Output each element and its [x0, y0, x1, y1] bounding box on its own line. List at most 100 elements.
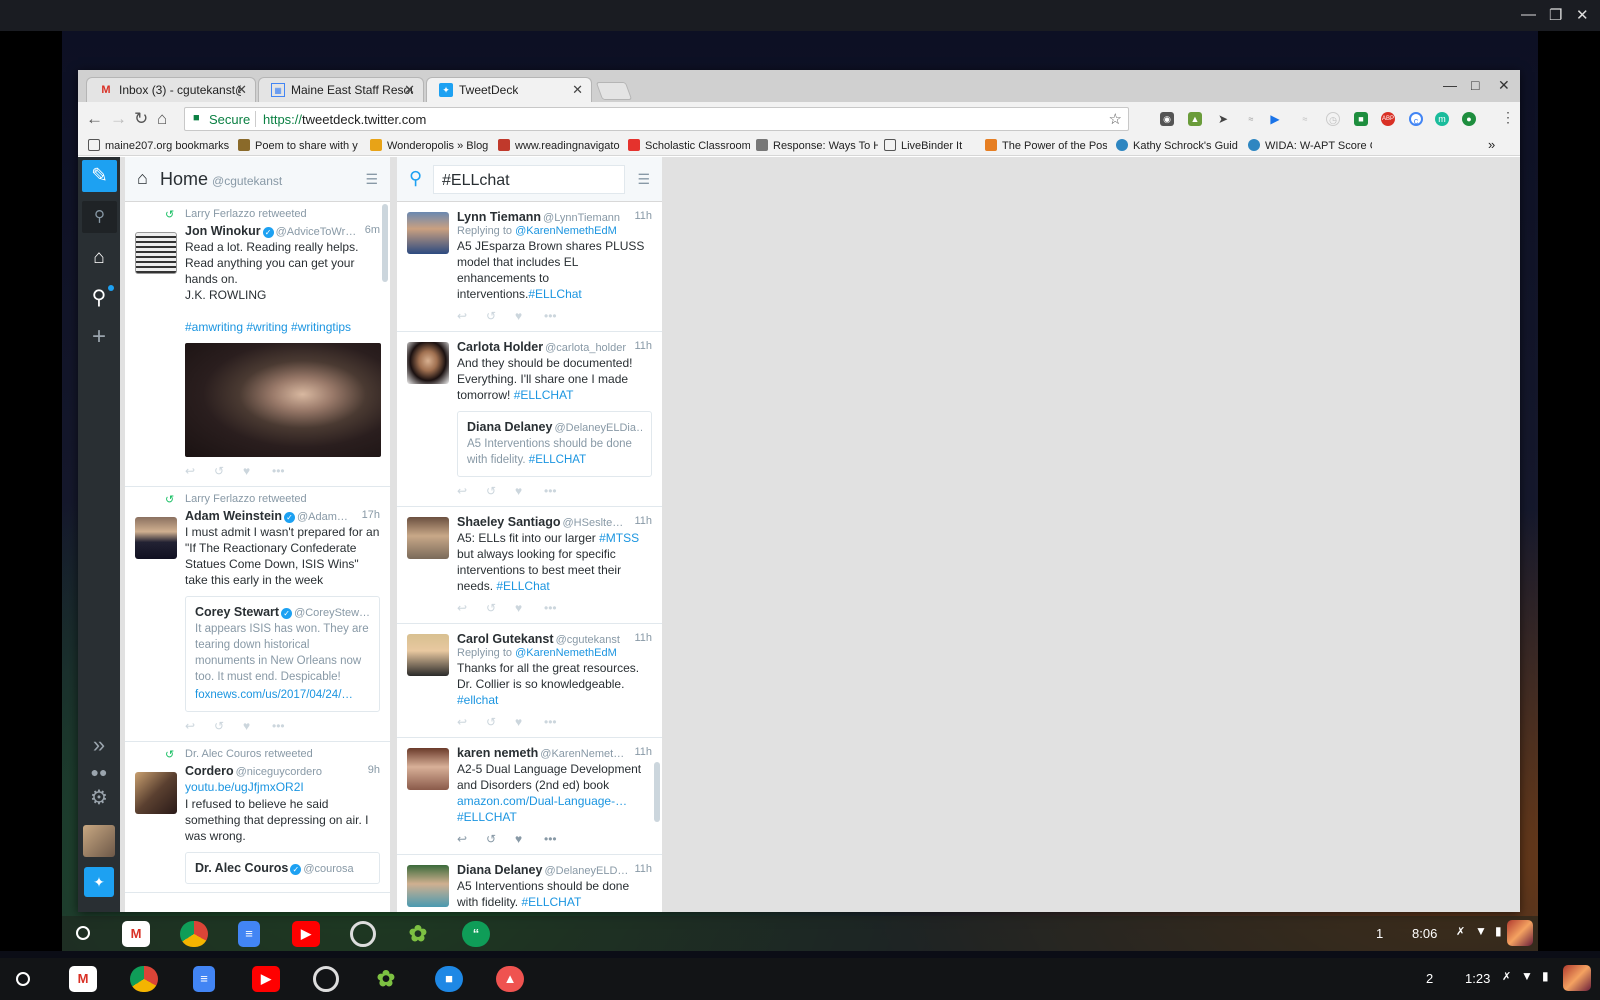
like-icon[interactable]: ♥: [515, 309, 544, 323]
photos-app-icon[interactable]: ▲: [496, 966, 524, 992]
tweet-handle[interactable]: @AdviceToWr…: [276, 226, 357, 238]
tweet-hashtags[interactable]: #amwriting #writing #writingtips: [185, 320, 351, 334]
hashtag-link[interactable]: #ellchat: [457, 693, 498, 707]
home-icon[interactable]: ⌂: [157, 109, 167, 129]
battery-icon[interactable]: ▮: [1495, 924, 1502, 938]
launcher-icon[interactable]: [16, 972, 30, 986]
tweet-handle[interactable]: @carlota_holder: [545, 342, 626, 354]
avatar[interactable]: [407, 517, 449, 559]
retweet-action-icon[interactable]: ↺: [214, 464, 243, 478]
hashtag-link[interactable]: #ELLCHAT: [521, 895, 581, 909]
tweet-author[interactable]: Jon Winokur: [185, 224, 261, 238]
retweet-action-icon[interactable]: ↺: [486, 832, 515, 846]
clock[interactable]: 8:06: [1412, 926, 1437, 941]
spiral-app-icon[interactable]: [313, 966, 339, 992]
avatar[interactable]: [407, 865, 449, 907]
retweet-action-icon[interactable]: ↺: [486, 484, 515, 498]
gmail-app-icon[interactable]: M: [122, 921, 150, 947]
reply-icon[interactable]: ↩: [457, 832, 486, 846]
maximize-icon[interactable]: ❐: [1549, 6, 1562, 24]
extension-swish2-icon[interactable]: ≈: [1298, 112, 1312, 126]
tweet[interactable]: Carlota Holder @carlota_holder 11h And the…: [397, 332, 662, 507]
twitter-bird-icon[interactable]: ✦: [84, 867, 114, 897]
retweet-action-icon[interactable]: ↺: [486, 601, 515, 615]
extension-rocket-icon[interactable]: ➤: [1216, 112, 1230, 126]
close-icon[interactable]: ✕: [1576, 6, 1589, 24]
account-avatar[interactable]: [1563, 965, 1591, 991]
tweet[interactable]: ↺ Larry Ferlazzo retweeted Adam Weinstein…: [125, 487, 390, 742]
youtube-app-icon[interactable]: ▶: [252, 966, 280, 992]
retweet-action-icon[interactable]: ↺: [486, 309, 515, 323]
tweet-time[interactable]: 11h: [634, 515, 652, 527]
tweet-author[interactable]: Carol Gutekanst: [457, 632, 554, 646]
compose-tweet-icon[interactable]: ✎: [82, 160, 117, 192]
back-icon[interactable]: ←: [86, 109, 103, 129]
search-input[interactable]: #ELLchat: [433, 165, 625, 194]
retweet-action-icon[interactable]: ↺: [486, 715, 515, 729]
tweet-link[interactable]: amazon.com/Dual-Language-…: [457, 794, 627, 808]
extension-clock-icon[interactable]: ◷: [1326, 112, 1340, 126]
menu-dots-icon[interactable]: ⋮: [1501, 109, 1515, 126]
window-close-icon[interactable]: ✕: [1498, 77, 1510, 94]
avatar[interactable]: [135, 772, 177, 814]
gmail-app-icon[interactable]: M: [69, 966, 97, 992]
hashtag-link[interactable]: #ELLChat: [528, 287, 581, 301]
hangouts-app-icon[interactable]: “: [462, 921, 490, 947]
replying-to-handle[interactable]: @KarenNemethEdM: [515, 647, 617, 659]
minimize-icon[interactable]: —: [1521, 6, 1536, 23]
tweet-time[interactable]: 11h: [634, 746, 652, 758]
chrome-app-icon[interactable]: [130, 966, 158, 992]
avatar[interactable]: [407, 634, 449, 676]
docs-app-icon[interactable]: ≡: [193, 966, 215, 992]
like-icon[interactable]: ♥: [515, 832, 544, 846]
tweet[interactable]: Lynn Tiemann @LynnTiemann 11h Replying to …: [397, 202, 662, 332]
docs-app-icon[interactable]: ≡: [238, 921, 260, 947]
reply-icon[interactable]: ↩: [185, 464, 214, 478]
home-column-icon[interactable]: ⌂: [78, 247, 120, 269]
more-icon[interactable]: •••: [272, 464, 301, 478]
sidebar-search-icon[interactable]: ⚲: [82, 201, 117, 233]
tweet-time[interactable]: 11h: [634, 632, 652, 644]
window-maximize-icon[interactable]: □: [1471, 77, 1479, 93]
more-icon[interactable]: •••: [544, 601, 573, 615]
extension-adblock-icon[interactable]: ABP: [1381, 112, 1395, 126]
reload-icon[interactable]: ↻: [134, 109, 148, 129]
tab-staff-resources[interactable]: ▦ Maine East Staff Resour ✕: [258, 77, 424, 102]
tweet-handle[interactable]: @HSeslte…: [563, 517, 624, 529]
settings-gear-icon[interactable]: ⚙: [78, 785, 120, 810]
tweet-time[interactable]: 11h: [634, 863, 652, 875]
tweet[interactable]: ↺ Dr. Alec Couros retweeted Cordero @niceg…: [125, 742, 390, 893]
avatar[interactable]: [407, 748, 449, 790]
hashtag-link[interactable]: #ELLCHAT: [457, 810, 517, 824]
more-icon[interactable]: •••: [544, 715, 573, 729]
column-options-icon[interactable]: ☰: [365, 171, 378, 188]
tweet-author[interactable]: karen nemeth: [457, 746, 538, 760]
tweet-author[interactable]: Diana Delaney: [457, 863, 542, 877]
youtube-app-icon[interactable]: ▶: [292, 921, 320, 947]
tweet-handle[interactable]: @KarenNemet…: [540, 748, 624, 760]
leaf-app-icon[interactable]: ✿: [404, 921, 432, 947]
forward-icon[interactable]: →: [110, 109, 127, 129]
quoted-tweet[interactable]: Dr. Alec Couros ✓ @courosa: [185, 852, 380, 884]
tweet-handle[interactable]: @Adam…: [297, 511, 348, 523]
tweet-author[interactable]: Carlota Holder: [457, 340, 543, 354]
tweet-time[interactable]: 17h: [362, 509, 380, 521]
extension-announce-icon[interactable]: ▶: [1268, 112, 1282, 126]
bookmark-item[interactable]: WIDA: W-APT Score C: [1248, 139, 1372, 152]
more-icon[interactable]: •••: [272, 719, 301, 733]
bookmark-item[interactable]: Response: Ways To H: [756, 139, 878, 152]
extension-evernote-icon[interactable]: ▲: [1188, 112, 1202, 126]
tweet-handle[interactable]: @niceguycordero: [236, 766, 322, 778]
desk-number[interactable]: 2: [1426, 971, 1433, 986]
close-tab-icon[interactable]: ✕: [404, 82, 415, 98]
expand-icon[interactable]: »: [78, 732, 120, 758]
like-icon[interactable]: ♥: [515, 484, 544, 498]
wifi-icon[interactable]: ▼: [1475, 924, 1487, 938]
column-title[interactable]: Home @cgutekanst: [160, 169, 282, 190]
more-icon[interactable]: •••: [544, 484, 573, 498]
tweet-time[interactable]: 11h: [634, 340, 652, 352]
like-icon[interactable]: ♥: [243, 464, 272, 478]
tweet-author[interactable]: Shaeley Santiago: [457, 515, 561, 529]
hashtag-link[interactable]: #ELLCHAT: [529, 454, 586, 466]
more-icon[interactable]: •••: [544, 309, 573, 323]
